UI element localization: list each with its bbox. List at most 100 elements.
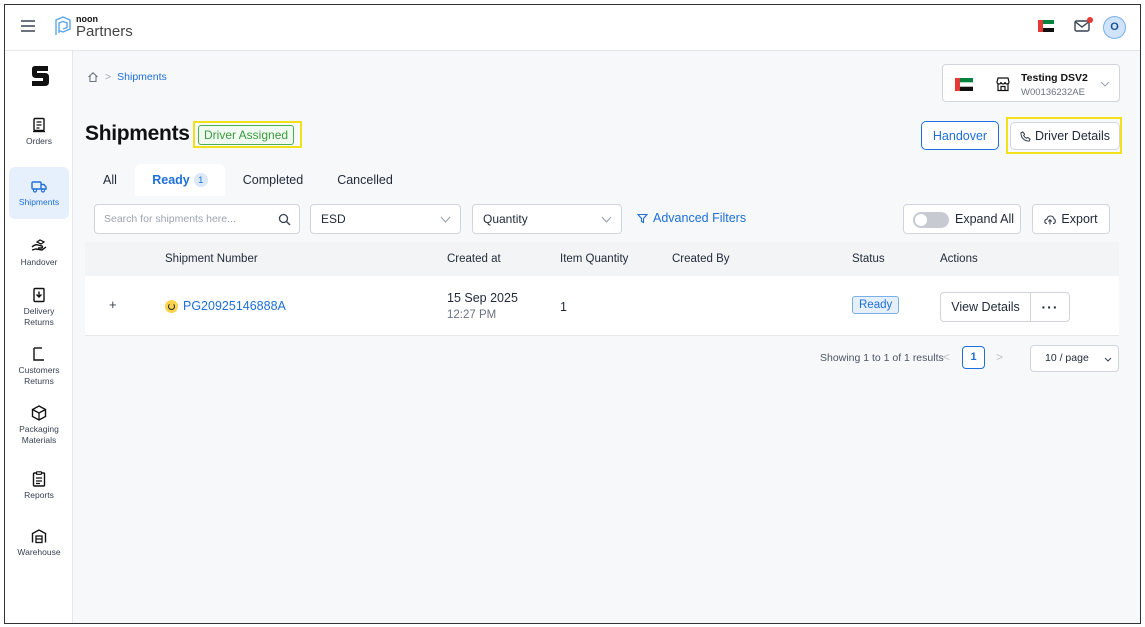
- warehouse-icon: [31, 529, 47, 544]
- column-header: Created at: [447, 253, 501, 265]
- chevron-down-icon: [1100, 81, 1110, 87]
- sidebar-label: Handover: [20, 257, 58, 267]
- store-code: W00136232AE: [1021, 87, 1085, 98]
- breadcrumb-separator: >: [105, 71, 112, 83]
- orders-icon: [33, 117, 45, 133]
- next-page-button[interactable]: >: [996, 350, 1003, 364]
- expand-all-toggle[interactable]: Expand All: [903, 204, 1021, 234]
- brand-s-icon[interactable]: [29, 65, 51, 87]
- table-row: + PG20925146888A 15 Sep 2025 12:27 PM 1 …: [85, 276, 1119, 336]
- sidebar-item-shipments[interactable]: Shipments: [9, 167, 69, 219]
- toggle-switch[interactable]: [913, 212, 949, 228]
- more-actions-button[interactable]: ···: [1030, 292, 1070, 322]
- current-page-button[interactable]: 1: [962, 346, 985, 369]
- noon-partners-logo[interactable]: noon Partners: [53, 15, 133, 39]
- sidebar-item-warehouse[interactable]: Warehouse: [9, 528, 69, 564]
- quantity-select[interactable]: Quantity: [472, 204, 622, 234]
- export-label: Export: [1061, 212, 1098, 226]
- cloud-upload-icon: [1044, 214, 1057, 224]
- uae-flag-icon[interactable]: [1038, 20, 1054, 32]
- store-name: Testing DSV2: [1021, 72, 1088, 84]
- logo-big-text: Partners: [76, 23, 133, 40]
- uae-flag-icon: [955, 78, 973, 91]
- sidebar-label: Shipments: [18, 197, 60, 207]
- expand-row-button[interactable]: +: [109, 297, 117, 312]
- chevron-down-icon: [1104, 357, 1112, 362]
- export-button[interactable]: Export: [1032, 204, 1110, 234]
- shipments-table: Shipment Number Created at Item Quantity…: [85, 242, 1119, 336]
- pagination-summary: Showing 1 to 1 of 1 results: [820, 352, 944, 364]
- tab-completed[interactable]: Completed: [229, 164, 317, 196]
- sidebar-label: Customers Returns: [18, 365, 60, 387]
- tab-ready[interactable]: Ready 1: [135, 164, 225, 196]
- search-icon[interactable]: [278, 213, 291, 226]
- app-frame: noon Partners O Orders Shipments Handove…: [4, 4, 1141, 624]
- logo-mark-icon: [55, 16, 71, 35]
- customer-returns-icon: [33, 347, 44, 361]
- reports-icon: [32, 471, 46, 487]
- breadcrumb-shipments-link[interactable]: Shipments: [117, 71, 167, 83]
- filter-icon: [637, 213, 648, 223]
- handover-button[interactable]: Handover: [921, 121, 999, 150]
- chevron-down-icon: [440, 216, 451, 223]
- column-header: Shipment Number: [165, 253, 258, 265]
- search-input[interactable]: [95, 205, 265, 233]
- table-header: Shipment Number Created at Item Quantity…: [85, 242, 1119, 276]
- page-size-select[interactable]: 10 / page: [1030, 345, 1119, 372]
- sidebar-item-delivery-returns[interactable]: Delivery Returns: [9, 287, 69, 335]
- driver-details-label: Driver Details: [1034, 129, 1110, 143]
- shipment-status-icon: [165, 300, 178, 313]
- chevron-down-icon: [601, 216, 612, 223]
- driver-details-button[interactable]: Driver Details: [1010, 122, 1120, 150]
- tab-all[interactable]: All: [87, 164, 133, 196]
- search-box[interactable]: [94, 204, 300, 234]
- item-quantity: 1: [560, 300, 567, 314]
- column-header: Item Quantity: [560, 253, 629, 265]
- tab-count-badge: 1: [193, 173, 208, 187]
- notification-dot-icon: [1087, 17, 1093, 23]
- driver-assigned-badge: Driver Assigned: [198, 125, 295, 145]
- previous-page-button[interactable]: <: [943, 350, 950, 364]
- created-date: 15 Sep 2025: [447, 291, 518, 305]
- home-icon[interactable]: [87, 71, 99, 83]
- esd-select[interactable]: ESD: [310, 204, 461, 234]
- sidebar-label: Reports: [24, 490, 54, 500]
- sidebar-item-packaging-materials[interactable]: Packaging Materials: [9, 405, 69, 453]
- store-selector[interactable]: Testing DSV2 W00136232AE: [942, 64, 1120, 102]
- quantity-select-value: Quantity: [483, 212, 528, 226]
- expand-all-label: Expand All: [955, 212, 1015, 226]
- tab-label: Cancelled: [337, 173, 393, 187]
- handover-icon: [31, 239, 47, 251]
- sidebar-item-customers-returns[interactable]: Customers Returns: [9, 346, 69, 394]
- delivery-returns-icon: [33, 287, 45, 303]
- phone-icon: [1020, 130, 1031, 142]
- user-avatar[interactable]: O: [1103, 16, 1126, 39]
- tab-label: Ready: [152, 173, 190, 187]
- tab-label: All: [103, 173, 117, 187]
- advanced-filters-link[interactable]: Advanced Filters: [637, 211, 746, 225]
- breadcrumb: > Shipments: [87, 71, 167, 83]
- sidebar-item-handover[interactable]: Handover: [9, 238, 69, 274]
- view-details-button[interactable]: View Details: [940, 292, 1031, 322]
- store-icon: [996, 77, 1010, 92]
- tab-label: Completed: [242, 173, 304, 187]
- sidebar-label: Packaging Materials: [19, 424, 59, 446]
- sidebar-item-reports[interactable]: Reports: [9, 471, 69, 507]
- page-title: Shipments: [85, 122, 190, 145]
- package-icon: [31, 405, 47, 421]
- page-size-value: 10 / page: [1045, 352, 1089, 364]
- sidebar-label: Delivery Returns: [23, 306, 55, 328]
- status-tabs: All Ready 1 Completed Cancelled: [87, 164, 587, 196]
- column-header: Created By: [672, 253, 730, 265]
- sidebar: Orders Shipments Handover Delivery Retur…: [5, 51, 73, 623]
- menu-icon[interactable]: [21, 20, 35, 34]
- created-time: 12:27 PM: [447, 309, 497, 321]
- sidebar-label: Warehouse: [17, 547, 61, 557]
- status-badge: Ready: [852, 296, 900, 314]
- sidebar-item-orders[interactable]: Orders: [9, 113, 69, 153]
- tab-cancelled[interactable]: Cancelled: [321, 164, 409, 196]
- shipment-number-link[interactable]: PG20925146888A: [183, 299, 286, 313]
- sidebar-label: Orders: [26, 136, 52, 146]
- top-bar: noon Partners O: [5, 5, 1140, 51]
- advanced-filters-label: Advanced Filters: [653, 211, 747, 225]
